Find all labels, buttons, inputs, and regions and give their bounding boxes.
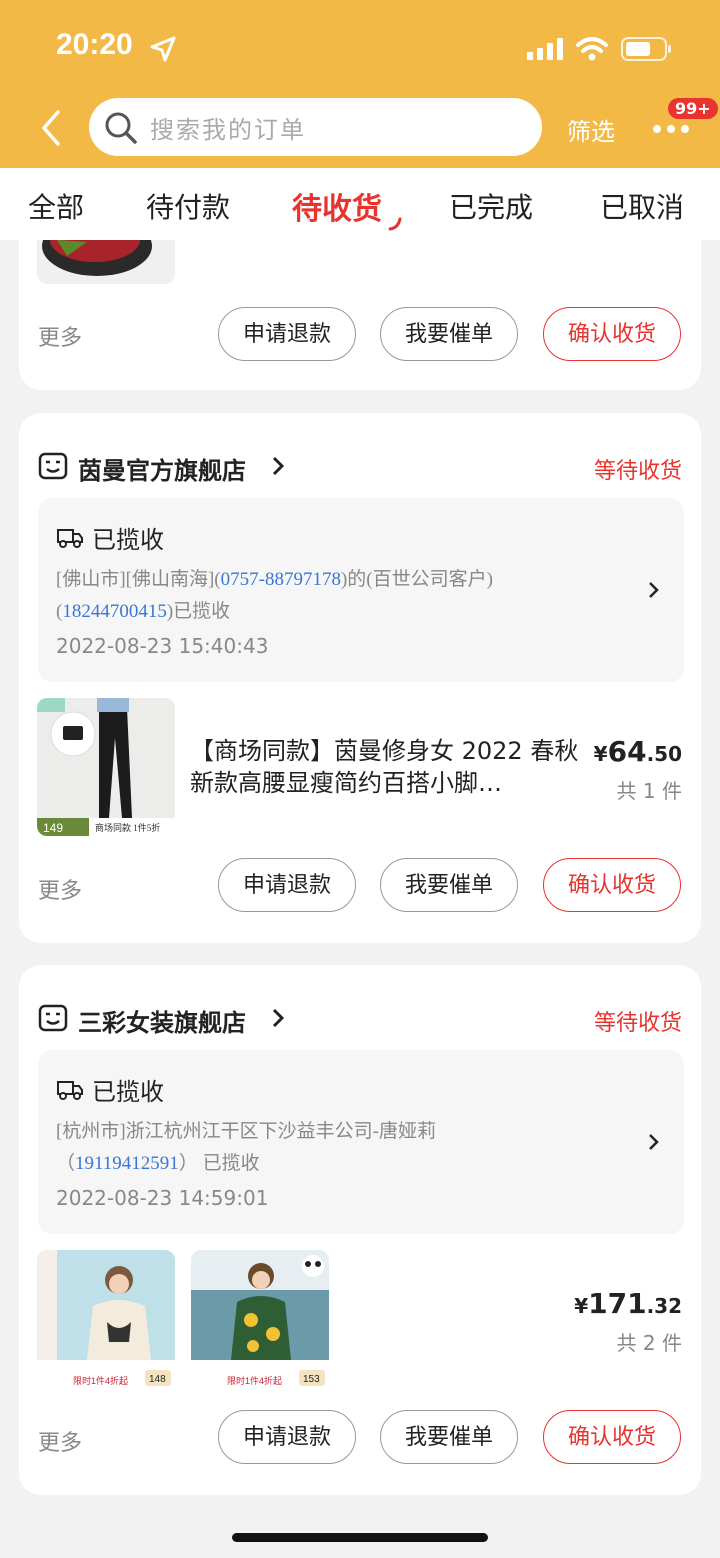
more-link[interactable]: 更多 xyxy=(38,320,82,352)
product-price: ¥64.50 xyxy=(593,735,682,768)
product-thumbnail[interactable]: 153 限时1件4折起 xyxy=(191,1250,329,1388)
logistics-time: 2022-08-23 14:59:01 xyxy=(56,1186,269,1210)
cellular-signal-icon xyxy=(527,38,563,60)
logistics-state: 已揽收 xyxy=(92,526,164,554)
order-card: 更多 申请退款 我要催单 确认收货 xyxy=(19,240,701,390)
thumb-price-label: 149 xyxy=(43,821,63,835)
confirm-receipt-button[interactable]: 确认收货 xyxy=(543,307,681,361)
thumb-caption: 商场同款 1件5折 xyxy=(95,822,160,833)
phone-link[interactable]: 19119412591 xyxy=(75,1153,179,1174)
product-title[interactable]: 【商场同款】茵曼修身女 2022 春秋新款高腰显瘦简约百搭小脚… xyxy=(190,735,580,799)
back-arrow-icon[interactable] xyxy=(38,108,64,148)
thumb-caption: 限时1件4折起 xyxy=(227,1375,282,1386)
battery-icon xyxy=(621,37,671,61)
location-arrow-icon xyxy=(150,36,176,62)
app-header: 20:20 搜索我的订单 筛选 99+ xyxy=(0,0,720,168)
chevron-right-icon[interactable] xyxy=(271,1007,285,1029)
filter-button[interactable]: 筛选 xyxy=(567,112,615,147)
order-status: 等待收货 xyxy=(593,459,682,484)
thumb-caption: 限时1件4折起 xyxy=(73,1375,128,1386)
item-count: 共 1 件 xyxy=(616,779,682,803)
tab-pending-receipt[interactable]: 待收货 xyxy=(292,184,382,228)
thumb-price-label: 153 xyxy=(303,1374,320,1385)
logistics-time: 2022-08-23 15:40:43 xyxy=(56,634,269,658)
status-time: 20:20 xyxy=(56,28,133,61)
more-link[interactable]: 更多 xyxy=(38,1425,82,1457)
request-refund-button[interactable]: 申请退款 xyxy=(218,1410,356,1464)
order-status: 等待收货 xyxy=(593,1011,682,1036)
product-price: ¥171.32 xyxy=(574,1287,682,1320)
order-card: 茵曼官方旗舰店 等待收货 已揽收 [佛山市][佛山南海](0757-887971… xyxy=(19,413,701,943)
thumb-price-label: 148 xyxy=(149,1374,166,1385)
home-indicator[interactable] xyxy=(232,1533,488,1542)
phone-link[interactable]: 18244700415 xyxy=(62,601,167,622)
truck-icon xyxy=(57,529,83,548)
tab-cancelled[interactable]: 已取消 xyxy=(600,186,684,226)
chevron-right-icon[interactable] xyxy=(271,455,285,477)
search-placeholder: 搜索我的订单 xyxy=(150,116,306,144)
logistics-detail-line: [杭州市]浙江杭州江干区下沙益丰公司-唐娅莉 xyxy=(56,1121,436,1142)
product-thumbnail[interactable]: 148 限时1件4折起 xyxy=(37,1250,175,1388)
notification-badge: 99+ xyxy=(668,98,718,119)
tab-pending-payment[interactable]: 待付款 xyxy=(146,186,230,226)
shop-icon xyxy=(38,1004,68,1032)
order-tabs: 全部 待付款 待收货 已完成 已取消 xyxy=(0,168,720,240)
product-thumbnail[interactable] xyxy=(37,240,175,284)
search-icon xyxy=(105,112,137,144)
logistics-detail-line: （19119412591） 已揽收 xyxy=(56,1153,260,1174)
request-refund-button[interactable]: 申请退款 xyxy=(218,307,356,361)
shop-name[interactable]: 三彩女装旗舰店 xyxy=(78,1003,246,1038)
search-input[interactable]: 搜索我的订单 xyxy=(89,98,542,156)
truck-icon xyxy=(57,1081,83,1100)
confirm-receipt-button[interactable]: 确认收货 xyxy=(543,1410,681,1464)
tab-all[interactable]: 全部 xyxy=(28,186,84,226)
urge-order-button[interactable]: 我要催单 xyxy=(380,307,518,361)
shop-name[interactable]: 茵曼官方旗舰店 xyxy=(78,451,246,486)
phone-link[interactable]: 0757-88797178 xyxy=(221,569,341,590)
shop-icon xyxy=(38,452,68,480)
chevron-right-icon[interactable] xyxy=(648,1132,660,1152)
confirm-receipt-button[interactable]: 确认收货 xyxy=(543,858,681,912)
urge-order-button[interactable]: 我要催单 xyxy=(380,858,518,912)
logistics-state: 已揽收 xyxy=(92,1078,164,1106)
more-link[interactable]: 更多 xyxy=(38,873,82,905)
urge-order-button[interactable]: 我要催单 xyxy=(380,1410,518,1464)
logistics-detail-line: (18244700415)已揽收 xyxy=(56,601,231,622)
request-refund-button[interactable]: 申请退款 xyxy=(218,858,356,912)
logistics-detail-line: [佛山市][佛山南海](0757-88797178)的(百世公司客户) xyxy=(56,569,493,590)
more-options-icon[interactable] xyxy=(652,124,692,134)
product-thumbnail[interactable]: 149 商场同款 1件5折 xyxy=(37,698,175,836)
order-card: 三彩女装旗舰店 等待收货 已揽收 [杭州市]浙江杭州江干区下沙益丰公司-唐娅莉 … xyxy=(19,965,701,1495)
wifi-icon xyxy=(576,37,608,61)
item-count: 共 2 件 xyxy=(616,1331,682,1355)
logistics-panel[interactable]: 已揽收 [杭州市]浙江杭州江干区下沙益丰公司-唐娅莉 （19119412591）… xyxy=(38,1050,684,1234)
tab-completed[interactable]: 已完成 xyxy=(449,186,533,226)
active-tab-indicator xyxy=(388,217,402,231)
logistics-panel[interactable]: 已揽收 [佛山市][佛山南海](0757-88797178)的(百世公司客户) … xyxy=(38,498,684,682)
chevron-right-icon[interactable] xyxy=(648,580,660,600)
